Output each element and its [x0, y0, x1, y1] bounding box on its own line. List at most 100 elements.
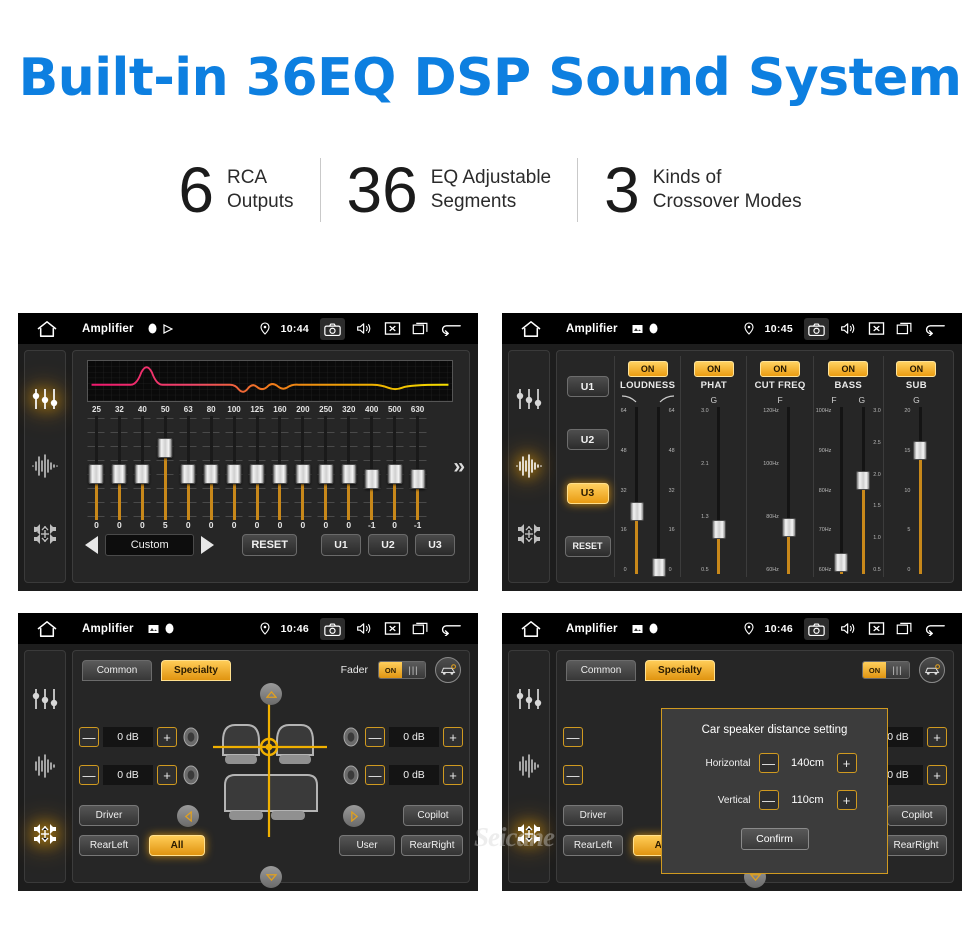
fader-toggle[interactable]: ON ||| — [862, 661, 910, 679]
reset-button[interactable]: RESET — [564, 535, 611, 557]
arrow-left-icon[interactable] — [85, 536, 98, 554]
plus-button[interactable]: + — [157, 765, 177, 785]
tab-common[interactable]: Common — [82, 659, 152, 681]
back-arrow-icon[interactable] — [440, 321, 462, 336]
equalizer-icon[interactable] — [31, 386, 59, 412]
eq-slider-knob[interactable] — [341, 463, 357, 484]
seat-user-button[interactable]: User — [339, 835, 395, 856]
eq-slider-knob[interactable] — [272, 463, 288, 484]
fader[interactable]: 3.0 2.5 2.0 1.5 1.0 0.5 — [854, 407, 882, 574]
back-arrow-icon[interactable] — [924, 321, 946, 336]
plus-button[interactable]: + — [927, 727, 947, 747]
seat-rearright-button[interactable]: RearRight — [401, 835, 463, 856]
camera-icon[interactable] — [320, 617, 345, 640]
home-icon[interactable] — [36, 620, 58, 638]
eq-slider[interactable] — [200, 416, 223, 520]
eq-slider[interactable] — [269, 416, 292, 520]
nav-down-icon[interactable] — [260, 866, 282, 888]
seat-all-button[interactable]: All — [149, 835, 205, 856]
fader[interactable]: 120Hz 100Hz 80Hz 60Hz — [762, 407, 798, 574]
home-icon[interactable] — [36, 320, 58, 338]
section-on-toggle[interactable]: ON — [896, 361, 937, 377]
seat-copilot-button[interactable]: Copilot — [887, 805, 947, 826]
fader[interactable]: 3.0 2.1 1.3 0.5 — [700, 407, 728, 574]
eq-slider[interactable] — [406, 416, 429, 520]
eq-slider[interactable] — [246, 416, 269, 520]
fader-knob[interactable] — [629, 501, 644, 521]
section-on-toggle[interactable]: ON — [693, 361, 734, 377]
close-box-icon[interactable] — [868, 621, 885, 636]
volume-icon[interactable] — [840, 321, 857, 336]
eq-slider-knob[interactable] — [180, 463, 196, 484]
confirm-button[interactable]: Confirm — [740, 828, 809, 850]
fader-knob[interactable] — [856, 471, 871, 491]
nav-up-icon[interactable] — [260, 683, 282, 705]
arrow-right-icon[interactable] — [201, 536, 215, 554]
fader[interactable]: 20 15 10 5 0 — [903, 407, 929, 574]
seat-copilot-button[interactable]: Copilot — [403, 805, 463, 826]
minus-button[interactable]: — — [79, 765, 99, 785]
eq-slider[interactable] — [108, 416, 131, 520]
section-on-toggle[interactable]: ON — [828, 361, 869, 377]
camera-icon[interactable] — [804, 317, 829, 340]
eq-slider[interactable] — [337, 416, 360, 520]
equalizer-icon[interactable] — [31, 686, 59, 712]
eq-slider[interactable] — [154, 416, 177, 520]
tab-specialty[interactable]: Specialty — [161, 659, 231, 681]
plus-button[interactable]: + — [157, 727, 177, 747]
section-on-toggle[interactable]: ON — [627, 361, 668, 377]
volume-icon[interactable] — [356, 321, 373, 336]
fader-toggle[interactable]: ON ||| — [378, 661, 426, 679]
equalizer-icon[interactable] — [515, 386, 543, 412]
fader-knob[interactable] — [913, 441, 928, 461]
user-preset-u1-button[interactable]: U1 — [321, 534, 361, 556]
plus-button[interactable]: + — [836, 790, 857, 810]
minus-button[interactable]: — — [758, 790, 779, 810]
plus-button[interactable]: + — [443, 727, 463, 747]
recents-icon[interactable] — [896, 321, 913, 336]
plus-button[interactable]: + — [836, 753, 857, 773]
fader-knob[interactable] — [834, 553, 849, 573]
close-box-icon[interactable] — [868, 321, 885, 336]
balance-icon[interactable] — [515, 821, 543, 847]
eq-slider[interactable] — [314, 416, 337, 520]
recents-icon[interactable] — [412, 321, 429, 336]
eq-slider-knob[interactable] — [134, 463, 150, 484]
eq-slider[interactable] — [360, 416, 383, 520]
fader[interactable]: 100Hz 90Hz 80Hz 70Hz 60Hz — [815, 407, 851, 574]
preset-display[interactable]: Custom — [105, 534, 195, 556]
close-box-icon[interactable] — [384, 621, 401, 636]
fader[interactable]: 64 48 32 16 0 — [650, 407, 676, 578]
eq-slider-knob[interactable] — [295, 463, 311, 484]
seat-rearleft-button[interactable]: RearLeft — [79, 835, 139, 856]
back-arrow-icon[interactable] — [924, 621, 946, 636]
minus-button[interactable]: — — [79, 727, 99, 747]
home-icon[interactable] — [520, 620, 542, 638]
plus-button[interactable]: + — [443, 765, 463, 785]
eq-next-page-icon[interactable]: » — [453, 455, 465, 479]
tab-specialty[interactable]: Specialty — [645, 659, 715, 681]
eq-slider[interactable] — [223, 416, 246, 520]
waveform-icon[interactable] — [515, 753, 543, 779]
volume-icon[interactable] — [840, 621, 857, 636]
eq-slider-knob[interactable] — [387, 463, 403, 484]
balance-icon[interactable] — [31, 521, 59, 547]
waveform-icon[interactable] — [31, 453, 59, 479]
nav-right-icon[interactable] — [343, 805, 365, 827]
minus-button[interactable]: — — [563, 765, 583, 785]
preset-u2-button[interactable]: U2 — [566, 429, 609, 451]
recents-icon[interactable] — [896, 621, 913, 636]
preset-u1-button[interactable]: U1 — [566, 376, 609, 398]
eq-slider-knob[interactable] — [410, 469, 426, 490]
equalizer-icon[interactable] — [515, 686, 543, 712]
balance-icon[interactable] — [31, 821, 59, 847]
eq-slider-knob[interactable] — [157, 437, 173, 458]
eq-slider-knob[interactable] — [364, 469, 380, 490]
eq-slider[interactable] — [291, 416, 314, 520]
user-preset-u3-button[interactable]: U3 — [415, 534, 455, 556]
camera-icon[interactable] — [320, 317, 345, 340]
nav-left-icon[interactable] — [177, 805, 199, 827]
fader-knob[interactable] — [711, 519, 726, 539]
eq-slider[interactable] — [383, 416, 406, 520]
eq-slider-knob[interactable] — [111, 463, 127, 484]
